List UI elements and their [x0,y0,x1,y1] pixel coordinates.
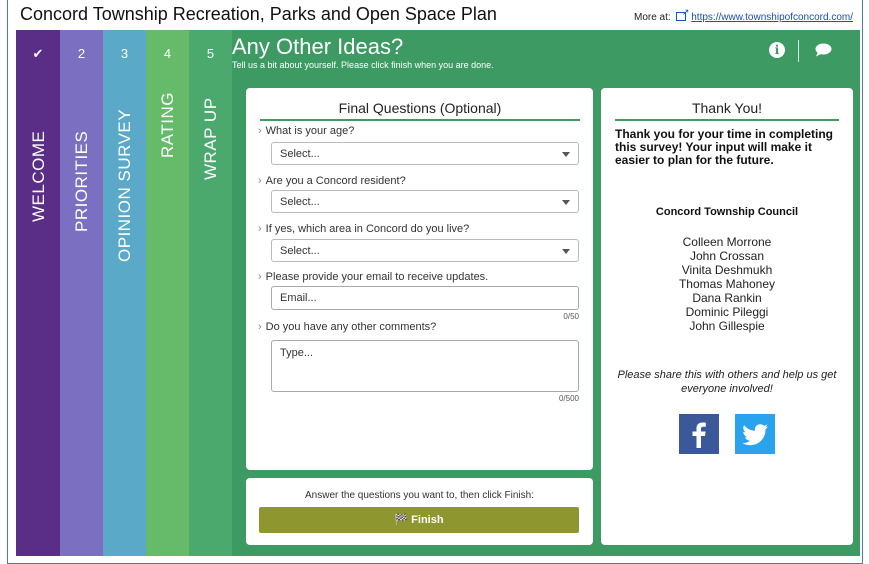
section-subtitle: Tell us a bit about yourself. Please cli… [232,60,494,70]
questions-card: Final Questions (Optional) › What is your… [246,88,593,470]
council-member: Thomas Mahoney [678,277,776,291]
tab-rating[interactable]: 4 RATING [146,30,189,556]
chevron-right-icon: › [258,223,262,235]
header-divider [798,40,799,62]
council-member: Dana Rankin [692,291,762,305]
caret-down-icon [562,249,570,254]
caret-down-icon [562,152,570,157]
township-link[interactable]: https://www.townshipofconcord.com/ [691,12,853,23]
email-field[interactable]: Email... [271,286,579,310]
external-link-icon [676,7,689,21]
age-select[interactable]: Select... [271,142,579,165]
tab-opinion-survey[interactable]: 3 OPINION SURVEY [103,30,146,556]
council-member: Dominic Pileggi [685,305,769,319]
question-age: › What is your age? [258,125,355,137]
resident-select[interactable]: Select... [271,190,579,213]
chevron-right-icon: › [258,321,262,333]
question-email: › Please provide your email to receive up… [258,271,489,283]
tab-wrap-up[interactable]: 5 WRAP UP [189,30,232,556]
thank-you-message: Thank you for your time in completing th… [615,127,834,167]
council-members: Colleen Morrone John Crossan Vinita Desh… [601,235,853,333]
caret-down-icon [562,200,570,205]
section-title: Any Other Ideas? [232,34,404,59]
info-icon[interactable]: i [769,42,785,58]
council-member: John Crossan [689,249,765,263]
chevron-right-icon: › [258,271,262,283]
tab-priorities-label: PRIORITIES [72,130,91,232]
council-member: Colleen Morrone [682,235,772,249]
share-message: Please share this with others and help u… [617,369,837,395]
tab-welcome-label: WELCOME [29,130,48,222]
more-at: More at: https://www.townshipofconcord.c… [634,7,853,23]
facebook-icon[interactable] [679,414,719,454]
comments-char-count: 0/500 [558,394,579,403]
tab-opinion-survey-label: OPINION SURVEY [115,108,134,262]
council-member: John Gillespie [689,319,765,333]
more-at-label: More at: [634,12,671,23]
comments-textarea[interactable]: Type... [271,340,579,392]
thank-you-card: Thank You! Thank you for your time in co… [601,88,853,545]
chevron-right-icon: › [258,125,262,137]
question-resident: › Are you a Concord resident? [258,175,406,187]
thank-you-heading: Thank You! [615,100,839,121]
tab-welcome[interactable]: ✔ WELCOME [16,30,60,556]
chat-bubble-icon[interactable] [815,43,832,57]
finish-instructions: Answer the questions you want to, then c… [304,490,534,501]
question-area: › If yes, which area in Concord do you li… [258,223,470,235]
questions-heading: Final Questions (Optional) [260,100,580,121]
question-comments: › Do you have any other comments? [258,321,437,333]
finish-button[interactable]: 🏁 Finish [259,507,579,533]
email-char-count: 0/50 [563,312,579,321]
twitter-icon[interactable] [735,414,775,454]
chevron-right-icon: › [258,175,262,187]
page-title: Concord Township Recreation, Parks and O… [20,4,497,24]
tab-rating-label: RATING [158,92,177,158]
tab-priorities[interactable]: 2 PRIORITIES [60,30,103,556]
finish-card: Answer the questions you want to, then c… [246,478,593,545]
council-member: Vinita Deshmukh [681,263,773,277]
council-heading: Concord Township Council [655,206,799,218]
area-select[interactable]: Select... [271,239,579,262]
tab-wrap-up-label: WRAP UP [201,97,220,180]
